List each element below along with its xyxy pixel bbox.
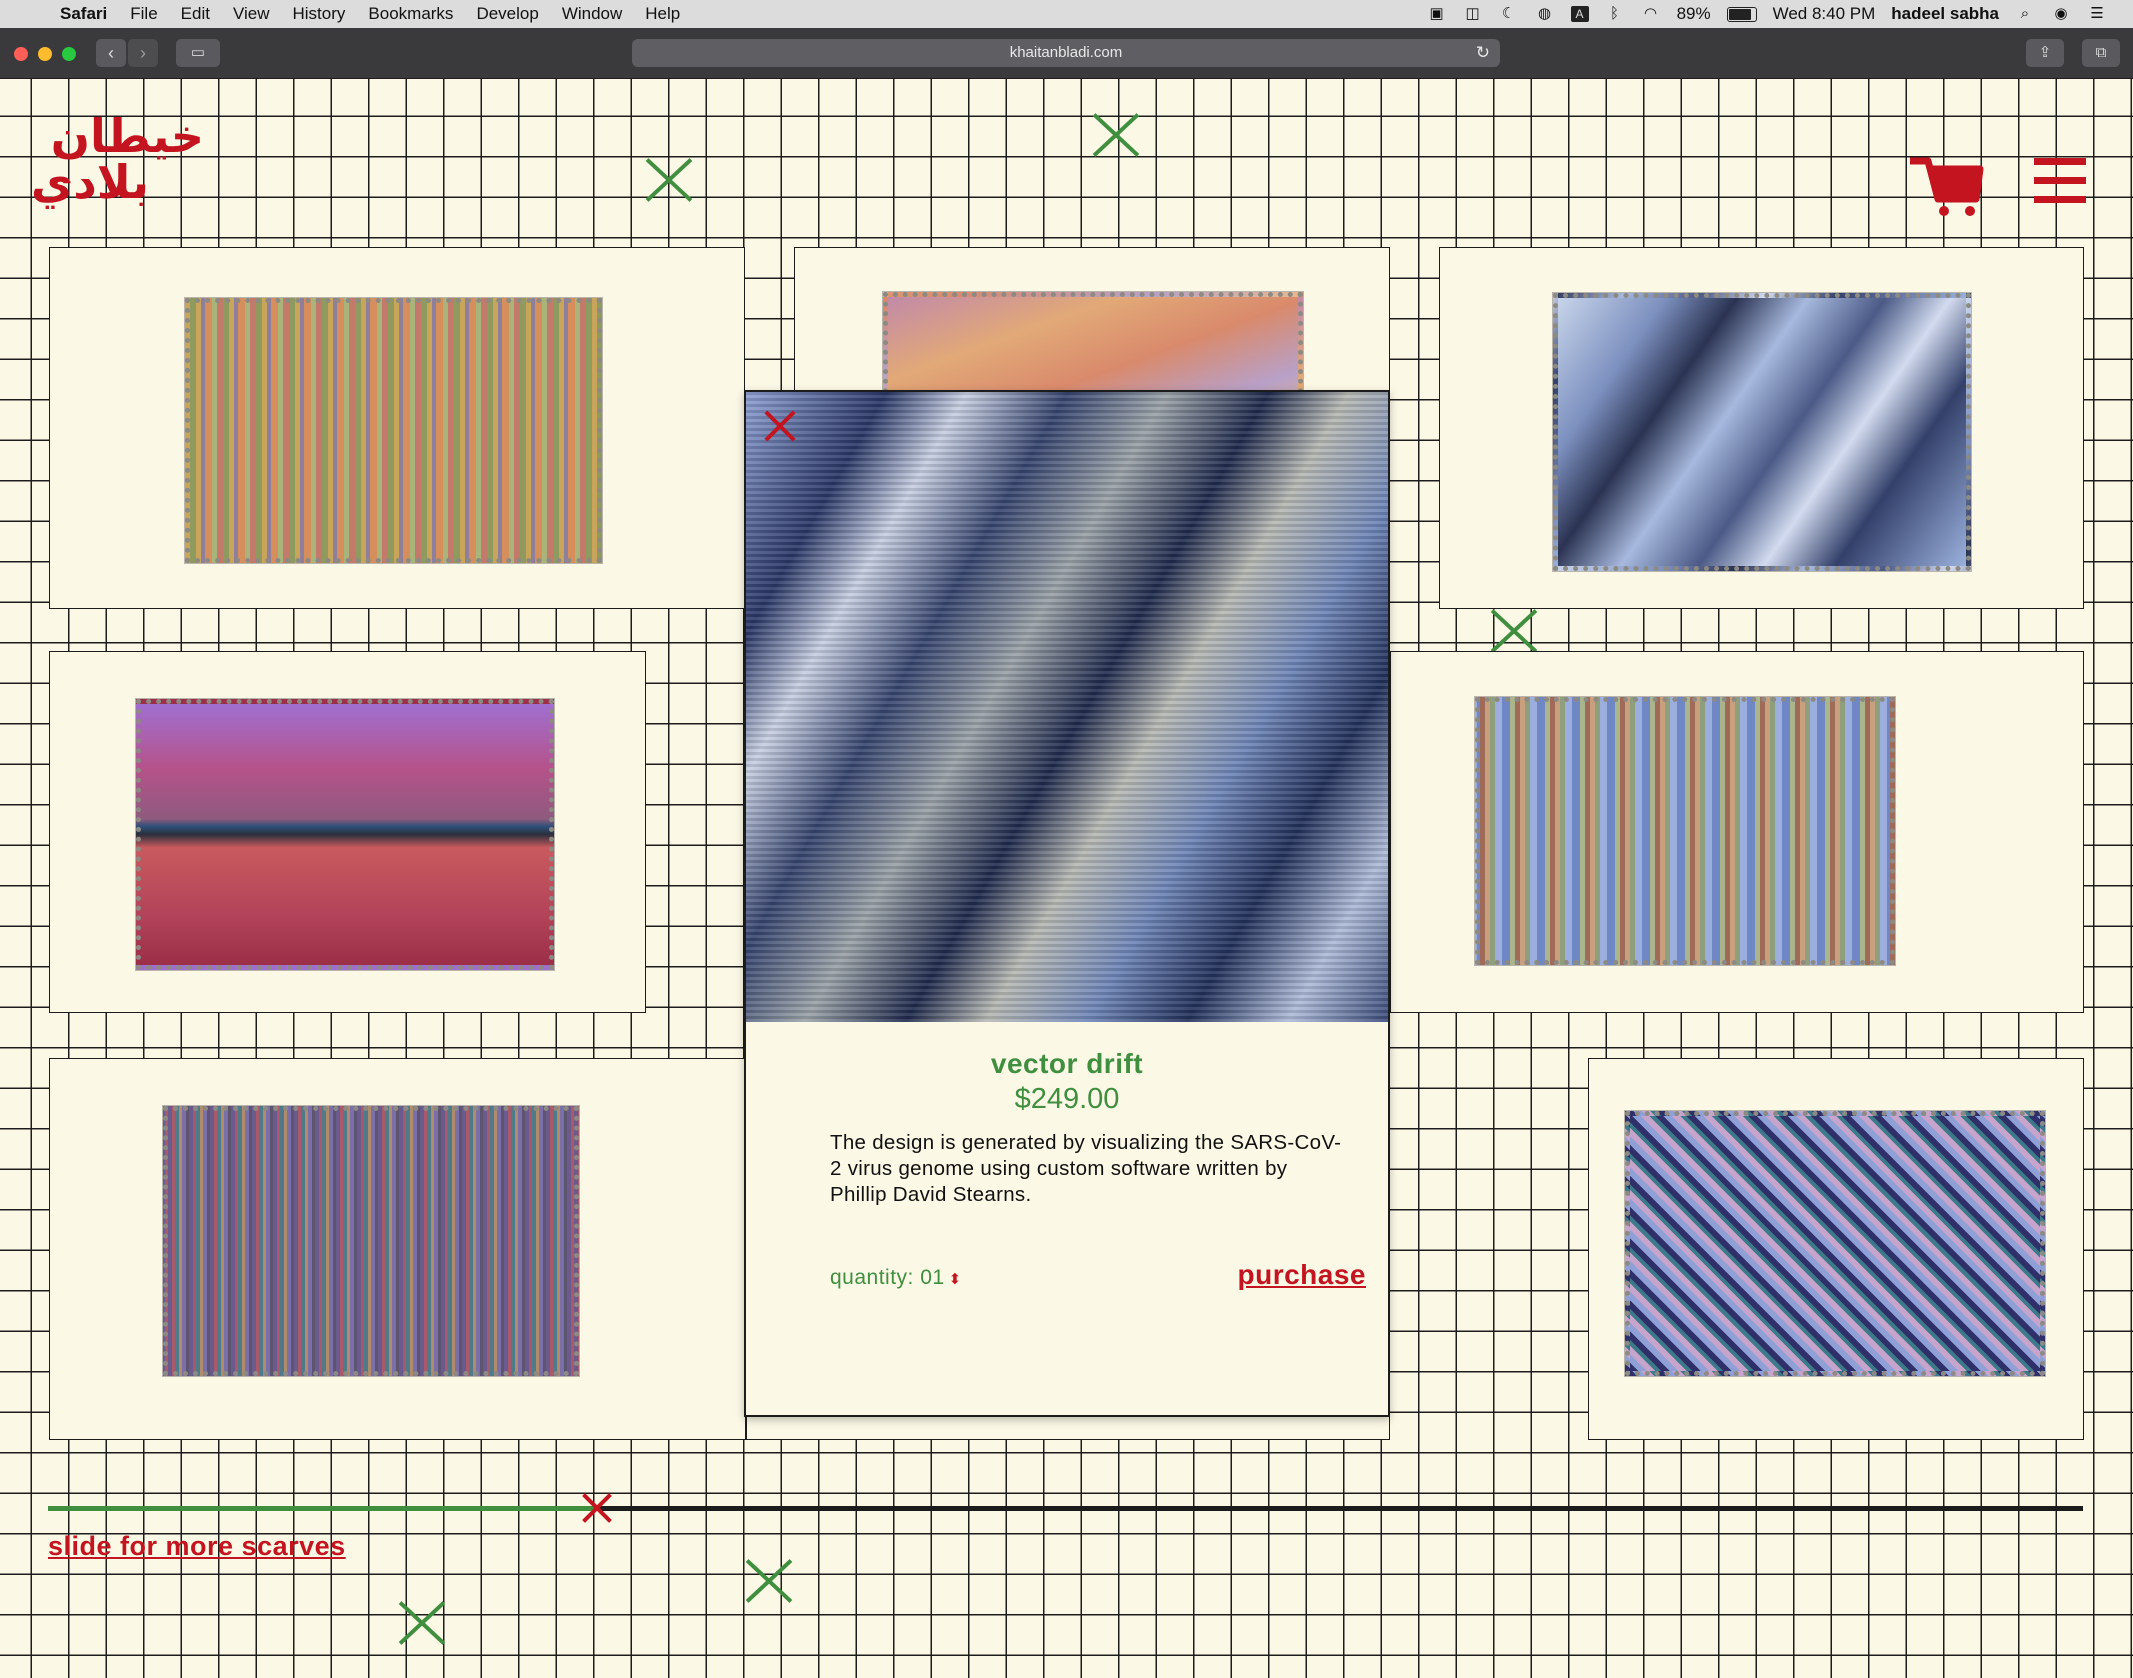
grid-cross-mark (1090, 111, 1142, 159)
menu-item-window[interactable]: Window (562, 4, 622, 24)
product-card[interactable] (1390, 651, 2084, 1013)
hamburger-menu-icon[interactable] (2034, 158, 2086, 204)
back-button[interactable]: ‹ (96, 39, 126, 67)
zoom-window-button[interactable] (62, 47, 76, 61)
video-camera-icon[interactable]: ▣ (1427, 6, 1447, 22)
cart-icon[interactable] (1908, 157, 1984, 217)
grid-cross-mark (396, 1599, 448, 1647)
status-area: ▣ ◫ ☾ ◍ A ᛒ ◠ 89% Wed 8:40 PM hadeel sab… (1427, 0, 2133, 28)
grid-cross-mark (1488, 607, 1540, 655)
carousel-slider-handle[interactable] (580, 1493, 614, 1523)
close-icon[interactable] (762, 408, 798, 444)
share-icon[interactable]: ⇪ (2026, 39, 2064, 67)
menu-item-edit[interactable]: Edit (181, 4, 210, 24)
product-price: $249.00 (1014, 1083, 1120, 1115)
site-logo[interactable]: خيطان بلادي (31, 109, 204, 209)
product-card[interactable] (49, 651, 646, 1013)
forward-button[interactable]: › (128, 39, 158, 67)
scarf-thumbnail[interactable] (1552, 292, 1972, 572)
globe-icon[interactable]: ◍ (1535, 6, 1555, 22)
logo-line-1: خيطان (50, 109, 204, 163)
menu-item-history[interactable]: History (293, 4, 346, 24)
product-card[interactable] (1588, 1058, 2084, 1440)
battery-icon[interactable] (1726, 6, 1757, 22)
menu-bar: Safari File Edit View History Bookmarks … (0, 0, 2133, 28)
logo-line-2: بلادي (31, 155, 149, 209)
product-description: The design is generated by visualizing t… (830, 1131, 1342, 1206)
moon-icon[interactable]: ☾ (1499, 6, 1519, 22)
product-card[interactable] (49, 247, 745, 609)
scarf-thumbnail[interactable] (1474, 696, 1896, 966)
address-bar[interactable]: khaitanbladi.com ↻ (632, 39, 1500, 67)
quantity-label: quantity: 01 (830, 1266, 945, 1289)
product-image (746, 392, 1388, 1022)
menu-item-safari[interactable]: Safari (60, 4, 107, 24)
menu-item-file[interactable]: File (130, 4, 157, 24)
scarf-thumbnail[interactable] (162, 1105, 580, 1377)
grid-cross-mark (643, 156, 695, 204)
scarf-thumbnail[interactable] (1624, 1110, 2046, 1377)
carousel-slider-progress (48, 1506, 598, 1511)
product-card[interactable] (49, 1058, 746, 1440)
menu-bar-line (2034, 196, 2086, 203)
product-quick-view: vector drift $249.00 The design is gener… (744, 390, 1390, 1417)
quantity-stepper[interactable]: quantity: 01 ⬍ (830, 1266, 962, 1290)
grid-cross-mark (743, 1557, 795, 1605)
clock[interactable]: Wed 8:40 PM (1773, 4, 1876, 24)
reload-icon[interactable]: ↻ (1476, 39, 1490, 67)
url-text: khaitanbladi.com (1009, 44, 1123, 61)
slide-for-more-link[interactable]: slide for more scarves (48, 1531, 346, 1562)
scarf-thumbnail[interactable] (135, 698, 555, 971)
scarf-thumbnail[interactable] (184, 297, 603, 564)
notification-center-icon[interactable]: ☰ (2087, 6, 2107, 22)
product-card[interactable] (794, 247, 1390, 433)
user-name[interactable]: hadeel sabha (1891, 4, 1999, 24)
sidebar-toggle-icon[interactable]: ▭ (176, 39, 220, 67)
product-card[interactable] (1439, 247, 2084, 609)
close-window-button[interactable] (14, 47, 28, 61)
menu-bar-line (2034, 158, 2086, 165)
browser-toolbar: ‹ › ▭ khaitanbladi.com ↻ ⇪ ⧉ (0, 28, 2133, 79)
wifi-icon[interactable]: ◠ (1641, 6, 1661, 22)
menu-item-develop[interactable]: Develop (476, 4, 538, 24)
minimize-window-button[interactable] (38, 47, 52, 61)
spotlight-search-icon[interactable]: ⌕ (2015, 6, 2035, 22)
purchase-button[interactable]: purchase (1238, 1259, 1367, 1291)
bluetooth-icon[interactable]: ᛒ (1605, 6, 1625, 22)
battery-percent: 89% (1676, 4, 1711, 23)
updown-arrows-icon[interactable]: ⬍ (949, 1271, 962, 1288)
tabs-overview-icon[interactable]: ⧉ (2082, 39, 2120, 67)
menu-item-bookmarks[interactable]: Bookmarks (368, 4, 453, 24)
menu-item-help[interactable]: Help (645, 4, 680, 24)
menu-item-view[interactable]: View (233, 4, 270, 24)
product-title: vector drift (990, 1048, 1144, 1079)
menu-bar-line (2034, 177, 2086, 184)
screen-share-icon[interactable]: ◫ (1463, 6, 1483, 22)
siri-icon[interactable]: ◉ (2051, 6, 2071, 22)
page-content: خيطان بلادي vector drift $249.00 The des… (0, 79, 2133, 1678)
keyboard-input-icon[interactable]: A (1570, 6, 1589, 22)
